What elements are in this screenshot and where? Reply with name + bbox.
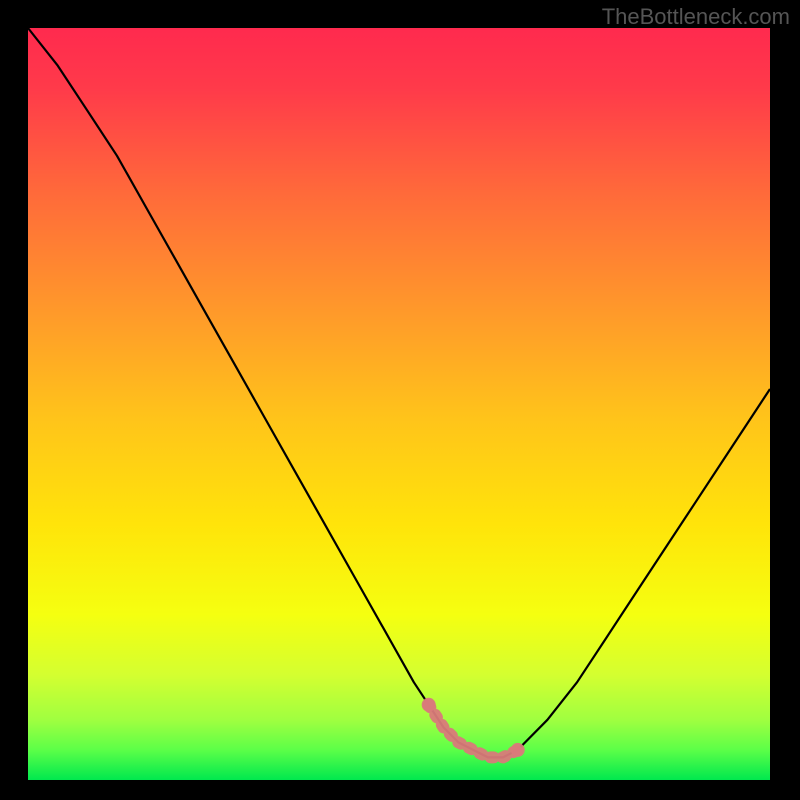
bottleneck-chart — [0, 0, 800, 800]
optimal-zone-endpoint — [422, 698, 436, 712]
chart-container: TheBottleneck.com — [0, 0, 800, 800]
attribution-label: TheBottleneck.com — [602, 4, 790, 30]
optimal-zone-endpoint — [511, 743, 525, 757]
gradient-background — [28, 28, 770, 780]
